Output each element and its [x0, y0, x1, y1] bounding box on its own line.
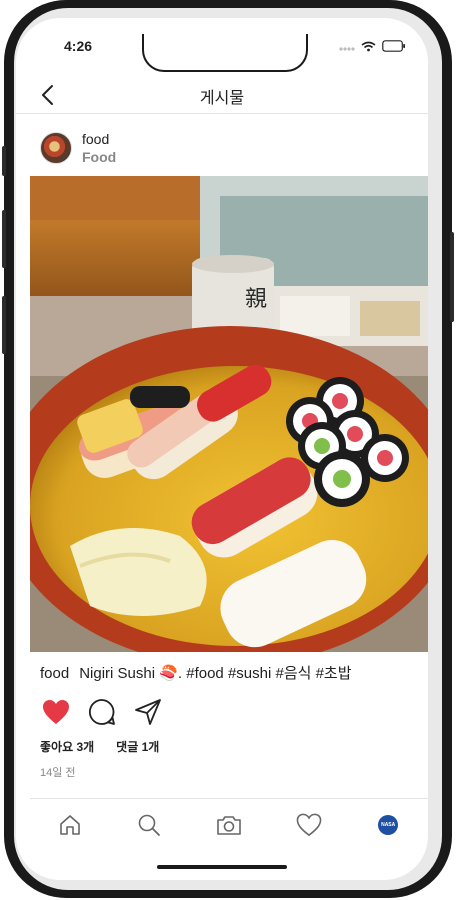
status-bar: 4:26	[16, 34, 428, 72]
wifi-icon	[361, 41, 376, 51]
sushi-photo: 親	[30, 176, 428, 652]
page-title: 게시물	[199, 90, 245, 107]
tab-activity[interactable]	[289, 805, 329, 845]
profile-avatar: NASA	[378, 814, 399, 835]
share-button[interactable]	[132, 696, 164, 728]
mute-switch	[2, 146, 6, 176]
likes-count[interactable]: 좋아요 3개	[40, 738, 94, 755]
tab-profile[interactable]: NASA	[368, 805, 408, 845]
caption-username[interactable]: food	[40, 665, 69, 682]
post-caption: food Nigiri Sushi 🍣. #food #sushi #음식 #초밥	[40, 662, 352, 683]
post-time: 14일 전	[40, 767, 76, 779]
send-icon	[135, 699, 161, 725]
battery-icon	[382, 40, 405, 52]
search-icon	[139, 814, 161, 836]
like-button[interactable]	[40, 696, 72, 728]
volume-down-button	[2, 296, 6, 354]
comments-count[interactable]: 댓글 1개	[116, 738, 159, 755]
tab-home[interactable]	[50, 805, 90, 845]
heart-icon	[296, 813, 321, 836]
comment-button[interactable]	[86, 696, 118, 728]
home-icon	[59, 814, 80, 835]
tab-search[interactable]	[129, 805, 169, 845]
notch	[142, 34, 308, 72]
signal-icon	[339, 47, 355, 51]
power-button	[450, 232, 454, 322]
top-navigation: 게시물	[16, 76, 428, 114]
post-photo[interactable]: 親	[30, 176, 428, 652]
app-screen: 4:26 게시물 food Food 親 food Nigiri Sushi 🍣…	[16, 18, 428, 880]
author-avatar[interactable]	[40, 132, 72, 164]
volume-up-button	[2, 210, 6, 268]
tab-camera[interactable]	[209, 805, 249, 845]
camera-icon	[217, 815, 241, 835]
home-indicator[interactable]	[157, 865, 287, 869]
comment-icon	[88, 699, 115, 725]
svg-text:親: 親	[245, 287, 267, 312]
heart-filled-icon	[43, 700, 69, 724]
status-icons	[339, 40, 406, 52]
post-author[interactable]: food Food	[40, 126, 116, 170]
caption-text: Nigiri Sushi 🍣. #food #sushi #음식 #초밥	[79, 665, 352, 682]
bottom-tab-bar: NASA	[30, 798, 428, 850]
author-subtitle: Food	[82, 149, 117, 165]
post-stats: 좋아요 3개 댓글 1개	[40, 738, 159, 755]
post-actions	[40, 696, 164, 728]
author-username[interactable]: food	[82, 130, 116, 148]
status-time: 4:26	[64, 38, 93, 54]
